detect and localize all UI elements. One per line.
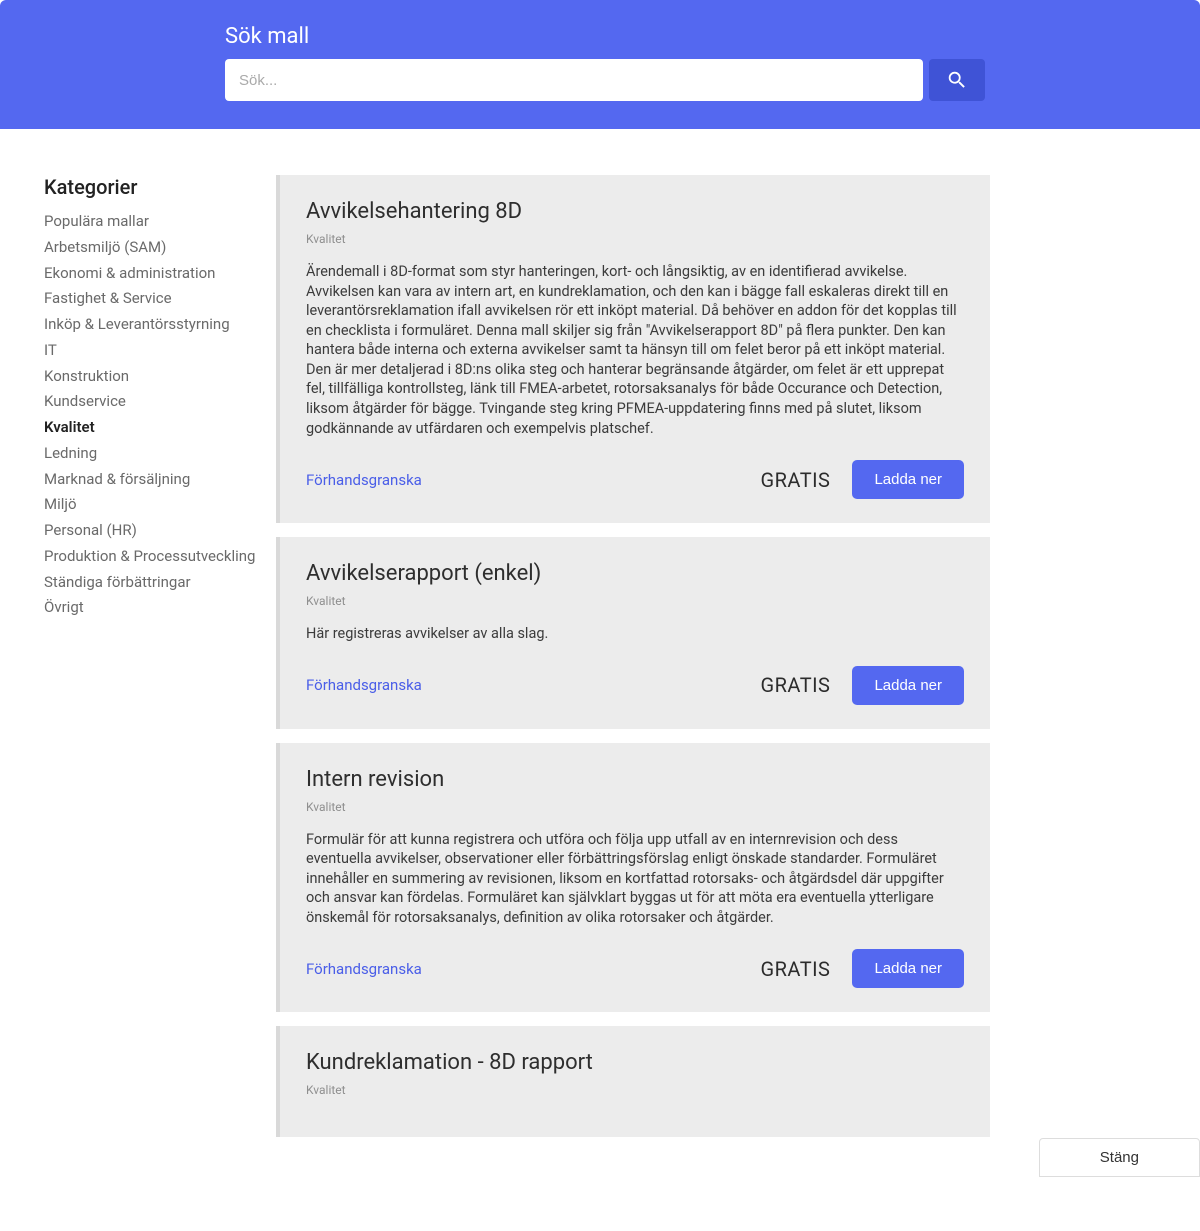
category-item[interactable]: Inköp & Leverantörsstyrning [44, 312, 256, 338]
search-icon [946, 69, 968, 91]
template-card: Avvikelsehantering 8D Kvalitet Ärendemall … [276, 175, 990, 523]
preview-link[interactable]: Förhandsgranska [306, 960, 422, 978]
category-item[interactable]: Ekonomi & administration [44, 261, 256, 287]
card-footer: Förhandsgranska GRATIS Ladda ner [306, 460, 964, 499]
card-description: Här registreras avvikelser av alla slag. [306, 624, 964, 644]
card-title: Intern revision [306, 767, 964, 792]
price-label: GRATIS [760, 957, 830, 981]
search-header: Sök mall [0, 0, 1200, 129]
preview-link[interactable]: Förhandsgranska [306, 471, 422, 489]
card-footer: Förhandsgranska GRATIS Ladda ner [306, 949, 964, 988]
category-item[interactable]: Konstruktion [44, 364, 256, 390]
card-category: Kvalitet [306, 1083, 964, 1097]
card-footer-right: GRATIS Ladda ner [760, 949, 964, 988]
card-title: Avvikelsehantering 8D [306, 199, 964, 224]
download-button[interactable]: Ladda ner [852, 666, 964, 705]
category-item[interactable]: Arbetsmiljö (SAM) [44, 235, 256, 261]
template-card: Avvikelserapport (enkel) Kvalitet Här regi… [276, 537, 990, 729]
price-label: GRATIS [760, 468, 830, 492]
close-button[interactable]: Stäng [1039, 1138, 1200, 1177]
card-category: Kvalitet [306, 800, 964, 814]
card-title: Avvikelserapport (enkel) [306, 561, 964, 586]
search-button[interactable] [929, 59, 985, 101]
category-item[interactable]: Marknad & försäljning [44, 467, 256, 493]
download-button[interactable]: Ladda ner [852, 949, 964, 988]
category-item[interactable]: Kundservice [44, 389, 256, 415]
card-description: Ärendemall i 8D-format som styr hanterin… [306, 262, 964, 438]
category-item[interactable]: Kvalitet [44, 415, 256, 441]
category-list: Populära mallarArbetsmiljö (SAM)Ekonomi … [44, 209, 256, 621]
price-label: GRATIS [760, 673, 830, 697]
sidebar-title: Kategorier [44, 175, 256, 199]
category-item[interactable]: Produktion & Processutveckling [44, 544, 256, 570]
card-description: Formulär för att kunna registrera och ut… [306, 830, 964, 928]
sidebar: Kategorier Populära mallarArbetsmiljö (S… [44, 175, 256, 1151]
download-button[interactable]: Ladda ner [852, 460, 964, 499]
search-input[interactable] [225, 59, 923, 101]
card-category: Kvalitet [306, 232, 964, 246]
category-item[interactable]: Populära mallar [44, 209, 256, 235]
card-category: Kvalitet [306, 594, 964, 608]
template-card: Intern revision Kvalitet Formulär för att … [276, 743, 990, 1013]
card-footer: Förhandsgranska GRATIS Ladda ner [306, 666, 964, 705]
category-item[interactable]: Personal (HR) [44, 518, 256, 544]
category-item[interactable]: IT [44, 338, 256, 364]
card-footer-right: GRATIS Ladda ner [760, 460, 964, 499]
template-card: Kundreklamation - 8D rapport Kvalitet [276, 1026, 990, 1137]
category-item[interactable]: Ständiga förbättringar [44, 570, 256, 596]
card-footer-right: GRATIS Ladda ner [760, 666, 964, 705]
preview-link[interactable]: Förhandsgranska [306, 676, 422, 694]
card-title: Kundreklamation - 8D rapport [306, 1050, 964, 1075]
category-item[interactable]: Övrigt [44, 595, 256, 621]
category-item[interactable]: Ledning [44, 441, 256, 467]
template-list: Avvikelsehantering 8D Kvalitet Ärendemall … [276, 175, 990, 1151]
category-item[interactable]: Miljö [44, 492, 256, 518]
category-item[interactable]: Fastighet & Service [44, 286, 256, 312]
search-label: Sök mall [225, 24, 985, 49]
